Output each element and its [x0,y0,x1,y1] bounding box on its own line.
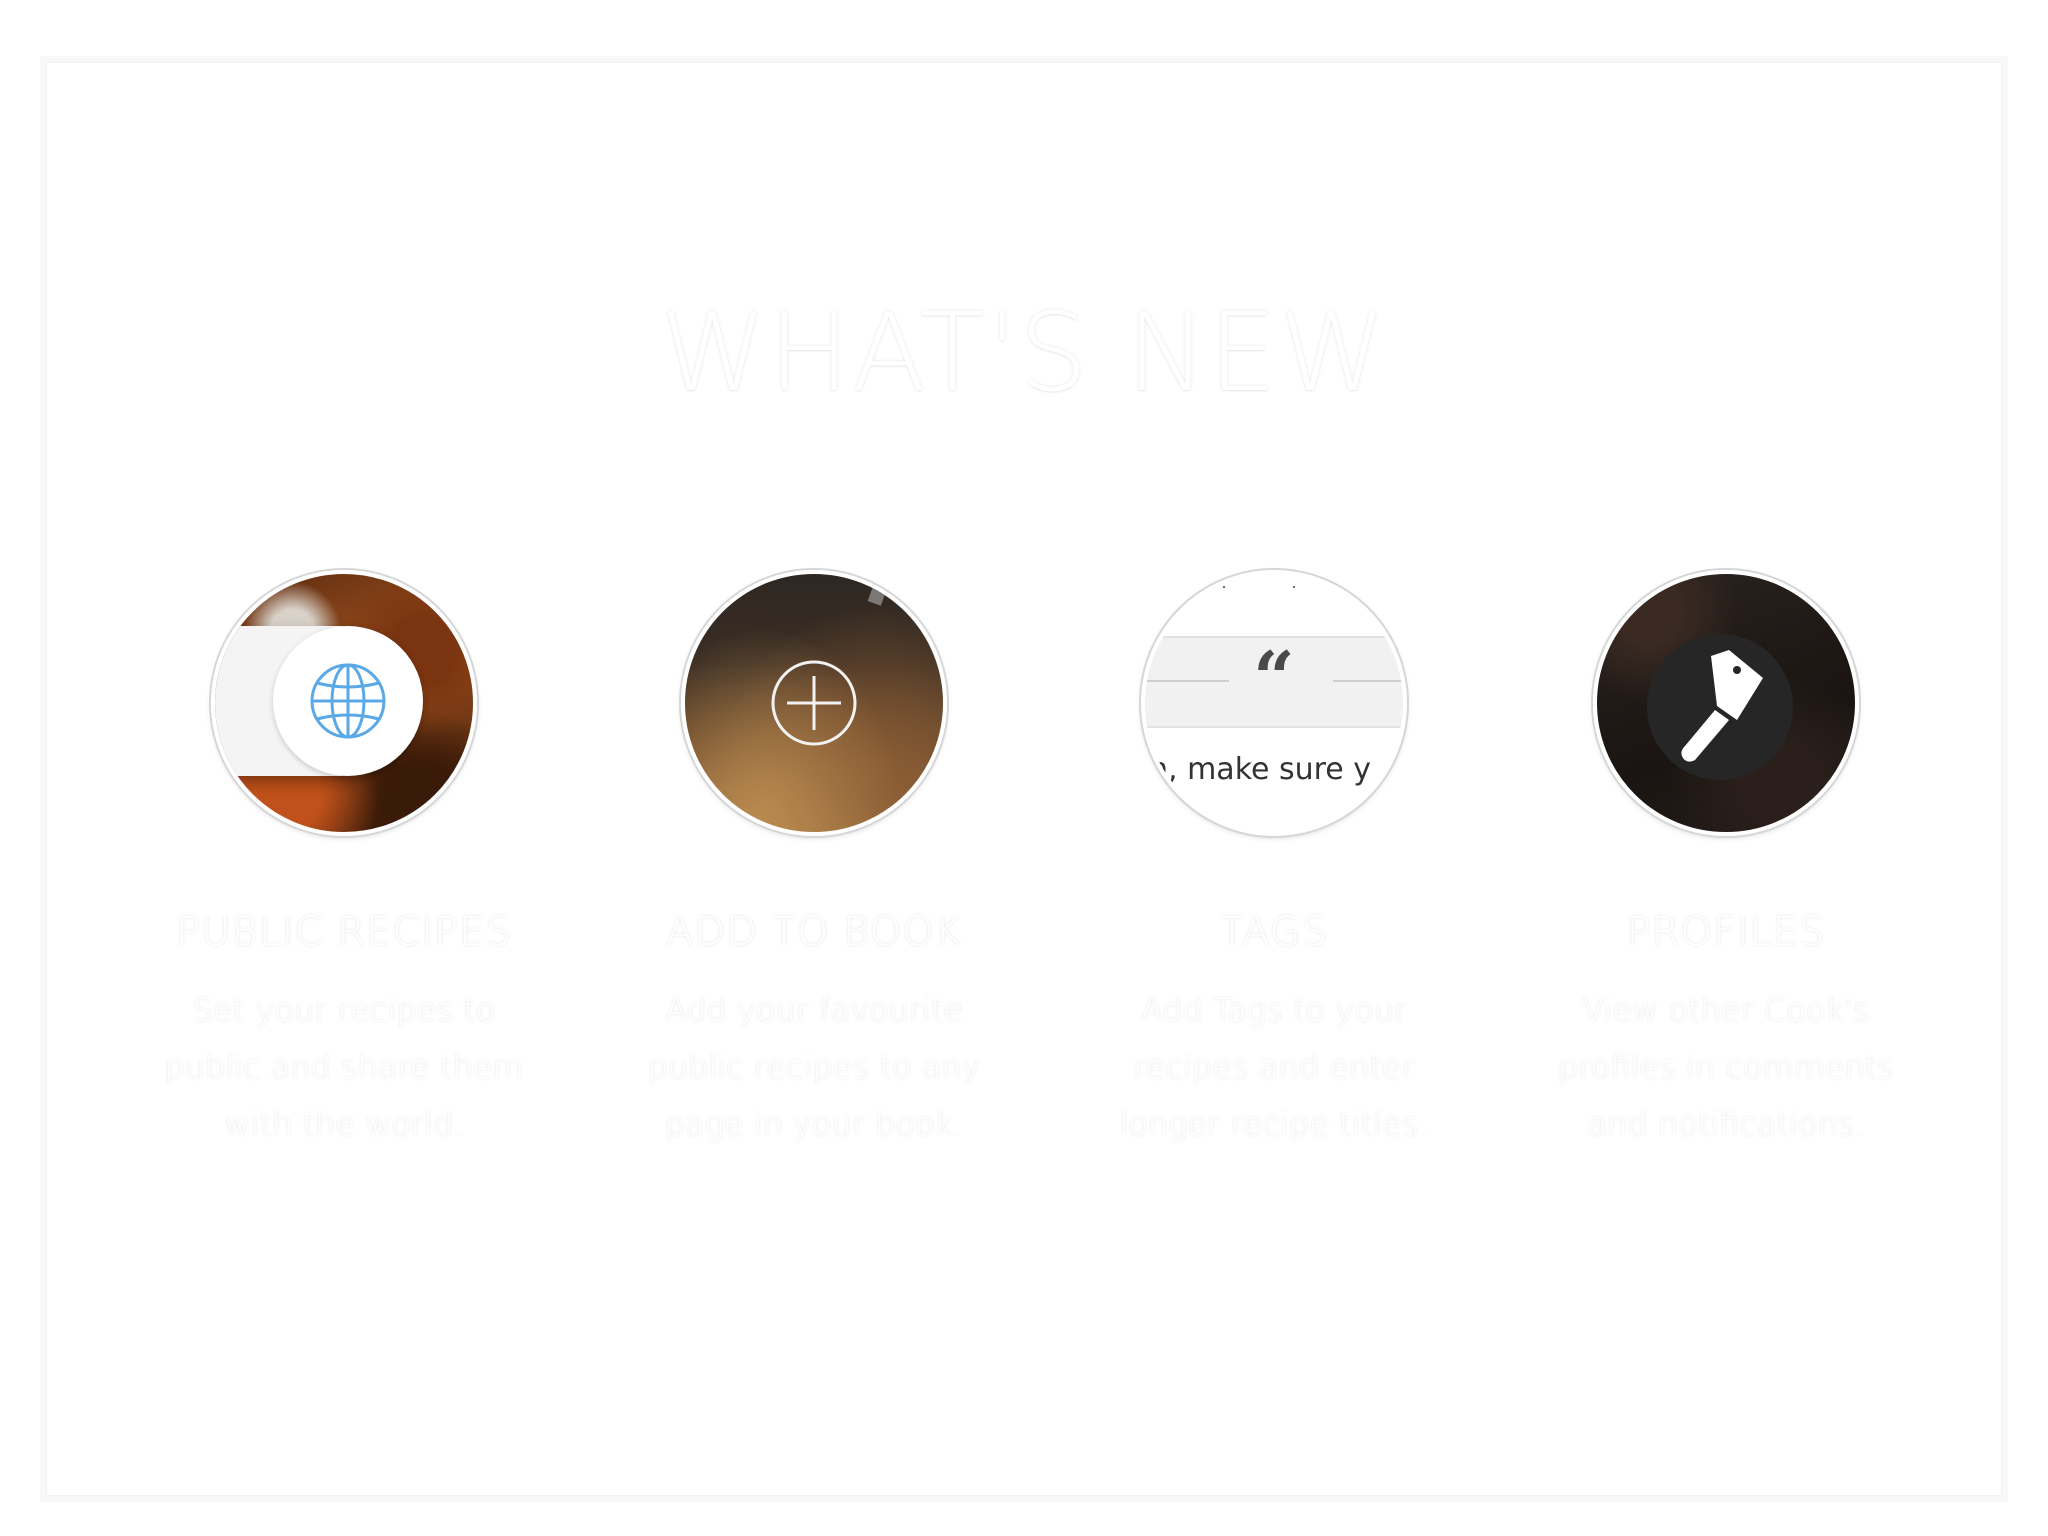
feature-description: Add Tags to your recipes and enter longe… [1119,991,1429,1143]
cleaver-badge [1647,634,1793,780]
profiles-image [1593,570,1859,836]
globe-icon [310,663,386,739]
feature-description: Set your recipes to public and share the… [164,991,524,1143]
dots-decoration: . . [1221,572,1327,592]
feature-description: View other Cook's profiles in comments a… [1558,991,1894,1143]
feature-tags: . . “ n, make sure y TAGS Add Tags to yo… [1064,570,1484,1153]
globe-button [273,626,423,776]
feature-public-recipes: PUBLIC RECIPES Set your recipes to publi… [134,570,554,1153]
feature-title: TAGS [1219,909,1329,955]
add-to-book-image [681,570,947,836]
public-recipes-image [211,570,477,836]
bookmark-icon [867,580,889,606]
quote-icon: “ [1253,635,1295,720]
feature-title: PUBLIC RECIPES [176,909,512,955]
feature-title: ADD TO BOOK [666,909,962,955]
feature-description: Add your favourite public recipes to any… [647,991,981,1143]
plus-circle-icon [771,660,857,746]
preview-snippet: n, make sure y [1149,752,1372,787]
feature-profiles: PROFILES View other Cook's profiles in c… [1516,570,1936,1153]
cleaver-icon [1681,650,1763,762]
page-title: WHAT'S NEW [660,291,1388,416]
feature-add-to-book: ADD TO BOOK Add your favourite public re… [604,570,1024,1153]
feature-title: PROFILES [1626,909,1826,955]
tags-image: . . “ n, make sure y [1141,570,1407,836]
